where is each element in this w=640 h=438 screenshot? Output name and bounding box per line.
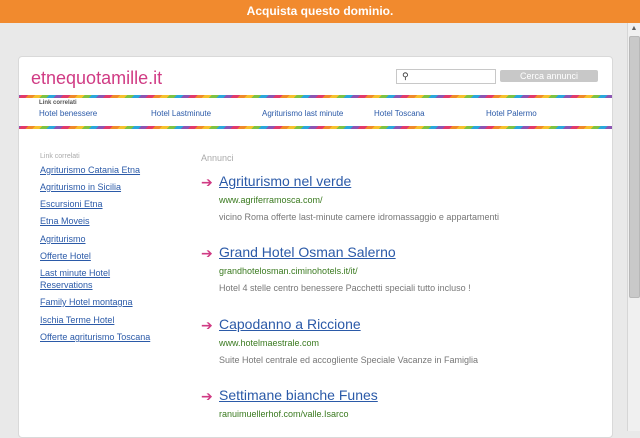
nav-link-hotel-benessere[interactable]: Hotel benessere [39,109,97,118]
sidebar-link[interactable]: Offerte Hotel [40,250,165,262]
vertical-scrollbar[interactable]: ▲ [627,23,640,431]
sidebar-link[interactable]: Agriturismo in Sicilia [40,181,165,193]
arrow-right-icon: ➔ [201,245,213,261]
arrow-right-icon: ➔ [201,317,213,333]
color-stripe-bottom [19,126,612,129]
ad-url-link[interactable]: ranuimuellerhof.com/valle.Isarco [219,409,349,419]
nav-link-agriturismo-last-minute[interactable]: Agriturismo last minute [262,109,343,118]
search-icon: ⚲ [402,71,409,81]
search-input[interactable]: ⚲ [396,69,496,84]
sidebar-link[interactable]: Ischia Terme Hotel [40,314,165,326]
ad-url-link[interactable]: www.agriferramosca.com/ [219,195,323,205]
ad-url-link[interactable]: grandhotelosman.ciminohotels.it/it/ [219,266,358,276]
ad-title-link[interactable]: Capodanno a Riccione [219,316,361,332]
ad-title-link[interactable]: Settimane bianche Funes [219,387,378,403]
sidebar-link[interactable]: Etna Moveis [40,215,165,227]
color-stripe-top [19,95,612,98]
main-card: etnequotamille.it ⚲ Cerca annunci Link c… [18,56,613,438]
scroll-thumb[interactable] [629,36,640,298]
scroll-up-arrow-icon[interactable]: ▲ [628,23,640,35]
sidebar-link[interactable]: Family Hotel montagna [40,296,165,308]
ad-title-link[interactable]: Agriturismo nel verde [219,173,351,189]
ad-description: Hotel 4 stelle centro benessere Pacchett… [219,283,471,293]
arrow-right-icon: ➔ [201,174,213,190]
buy-domain-banner[interactable]: Acquista questo dominio. [0,0,640,23]
ads-heading: Annunci [201,153,234,163]
sidebar-link[interactable]: Last minute Hotel Reservations [40,267,165,291]
ad-title-link[interactable]: Grand Hotel Osman Salerno [219,244,396,260]
arrow-right-icon: ➔ [201,388,213,404]
sidebar-link[interactable]: Agriturismo Catania Etna [40,164,165,176]
sidebar-heading: Link correlati [40,153,80,160]
search-button[interactable]: Cerca annunci [500,70,598,82]
sidebar-link[interactable]: Escursioni Etna [40,198,165,210]
sidebar-link[interactable]: Offerte agriturismo Toscana [40,331,165,343]
ad-description: Suite Hotel centrale ed accogliente Spec… [219,355,478,365]
related-bar-label: Link correlati [39,100,77,106]
ad-description: vicino Roma offerte last-minute camere i… [219,212,499,222]
ad-url-link[interactable]: www.hotelmaestrale.com [219,338,319,348]
nav-link-hotel-lastminute[interactable]: Hotel Lastminute [151,109,211,118]
nav-link-hotel-palermo[interactable]: Hotel Palermo [486,109,537,118]
site-title[interactable]: etnequotamille.it [31,68,162,89]
nav-link-hotel-toscana[interactable]: Hotel Toscana [374,109,425,118]
sidebar-link[interactable]: Agriturismo [40,233,165,245]
